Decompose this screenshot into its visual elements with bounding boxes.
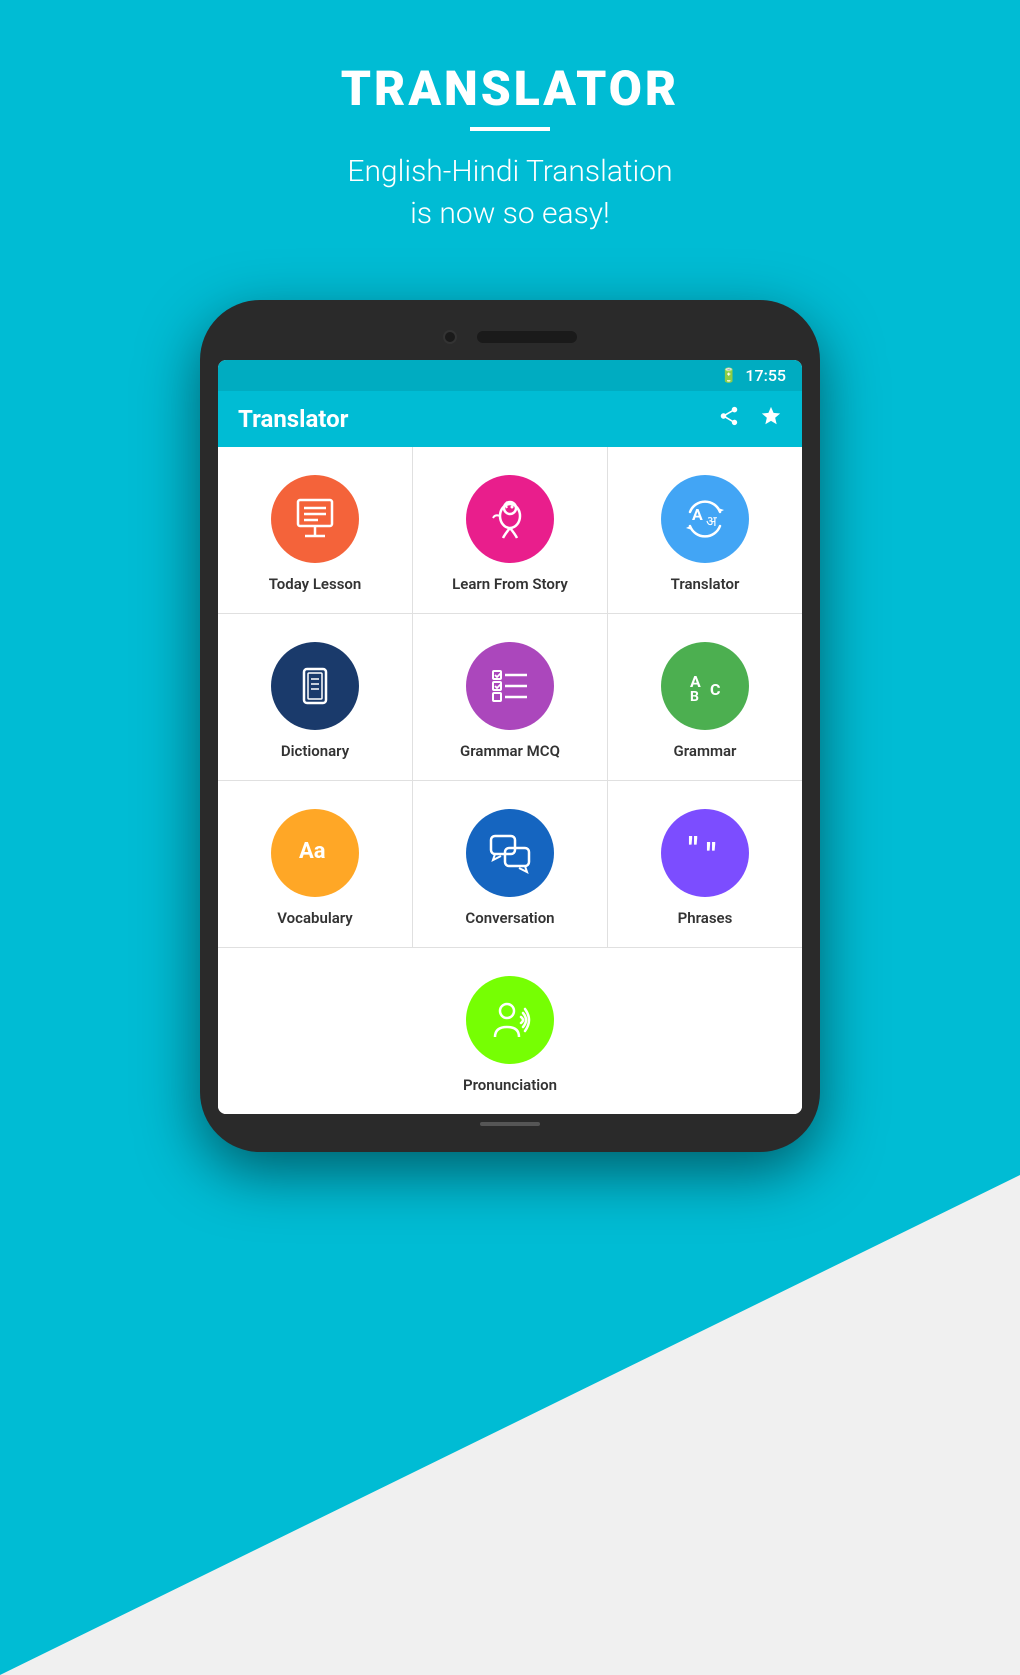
status-bar: 🔋 17:55 [218, 360, 802, 391]
grid-item-today-lesson[interactable]: Today Lesson [218, 447, 412, 613]
svg-text:C: C [710, 680, 720, 699]
grid-item-phrases[interactable]: " " Phrases [608, 781, 802, 947]
grammar-mcq-label: Grammar MCQ [460, 742, 560, 760]
pronunciation-icon-circle [466, 976, 554, 1064]
dictionary-label: Dictionary [281, 742, 349, 760]
grid-item-grammar-mcq[interactable]: Grammar MCQ [413, 614, 607, 780]
today-lesson-icon-circle [271, 475, 359, 563]
phone-screen: 🔋 17:55 Translator [218, 360, 802, 1114]
svg-text:अ: अ [706, 513, 717, 529]
conversation-icon-circle [466, 809, 554, 897]
learn-from-story-icon-circle [466, 475, 554, 563]
svg-text:Aa: Aa [299, 839, 326, 864]
grid-item-vocabulary[interactable]: Aa Vocabulary [218, 781, 412, 947]
grammar-icon-circle: A B C [661, 642, 749, 730]
phrases-label: Phrases [678, 909, 733, 927]
status-time: 17:55 [745, 366, 786, 385]
share-icon[interactable] [718, 405, 740, 433]
app-bar-icons [718, 405, 782, 433]
dictionary-icon-circle [271, 642, 359, 730]
app-grid: Today Lesson [218, 447, 802, 947]
app-bar-title: Translator [238, 405, 348, 433]
phone-device: 🔋 17:55 Translator [200, 300, 820, 1152]
grid-item-grammar[interactable]: A B C Grammar [608, 614, 802, 780]
grid-item-dictionary[interactable]: Dictionary [218, 614, 412, 780]
grid-item-conversation[interactable]: Conversation [413, 781, 607, 947]
svg-text:": " [706, 836, 716, 874]
translator-label: Translator [671, 575, 740, 593]
today-lesson-label: Today Lesson [269, 575, 362, 593]
page-title: TRANSLATOR [0, 60, 1020, 117]
phone-top-bar [218, 318, 802, 360]
header-subtitle: English-Hindi Translation is now so easy… [0, 151, 1020, 235]
vocabulary-label: Vocabulary [277, 909, 353, 927]
grid-item-learn-from-story[interactable]: Learn From Story [413, 447, 607, 613]
phone-speaker [477, 331, 577, 343]
conversation-label: Conversation [465, 909, 554, 927]
grammar-label: Grammar [674, 742, 737, 760]
phrases-icon-circle: " " [661, 809, 749, 897]
star-icon[interactable] [760, 405, 782, 433]
battery-icon: 🔋 [720, 368, 737, 384]
vocabulary-icon-circle: Aa [271, 809, 359, 897]
grid-item-pronunciation[interactable]: Pronunciation [218, 948, 802, 1114]
pronunciation-label: Pronunciation [463, 1076, 557, 1094]
svg-text:": " [688, 830, 698, 868]
grammar-mcq-icon-circle [466, 642, 554, 730]
svg-text:B: B [690, 689, 699, 705]
title-underline [470, 127, 550, 131]
phone-outer: 🔋 17:55 Translator [200, 300, 820, 1152]
phone-bottom-bar [218, 1114, 802, 1134]
phone-camera [443, 330, 457, 344]
translator-icon-circle: A अ [661, 475, 749, 563]
learn-from-story-label: Learn From Story [452, 575, 568, 593]
header-area: TRANSLATOR English-Hindi Translation is … [0, 60, 1020, 235]
app-bar: Translator [218, 391, 802, 447]
grid-item-translator[interactable]: A अ Translator [608, 447, 802, 613]
